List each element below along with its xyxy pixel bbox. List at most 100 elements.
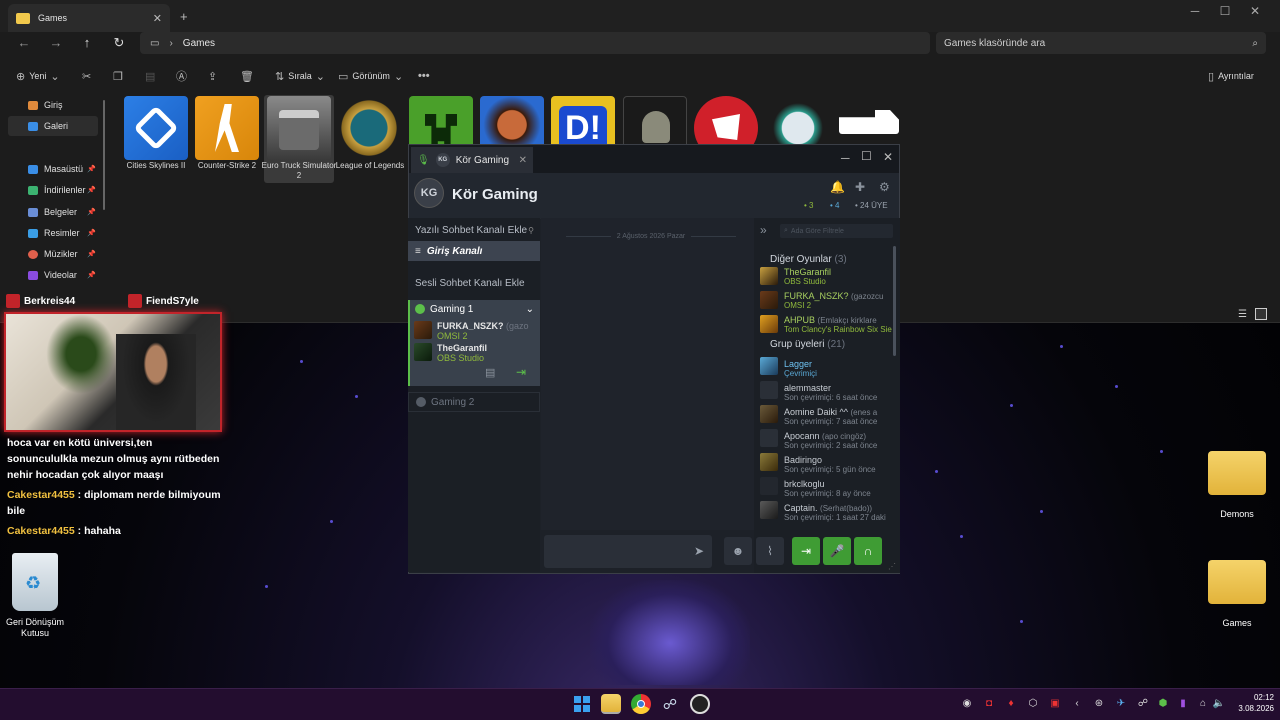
delete-icon[interactable]: 🗑 <box>240 68 254 84</box>
copy-icon[interactable]: ❐ <box>113 68 123 84</box>
network-icon[interactable]: ⌂ <box>1196 697 1210 711</box>
new-button[interactable]: ⊕ Yeni ⌄ <box>16 68 60 84</box>
paste-icon[interactable]: ▤ <box>145 68 155 84</box>
forward-icon[interactable]: → <box>46 36 66 50</box>
leave-voice-icon[interactable]: ⇥ <box>516 365 526 379</box>
tray-icon-11[interactable]: ▮ <box>1176 697 1190 711</box>
tray-icon-9[interactable]: ☍ <box>1136 697 1150 711</box>
section-other-games[interactable]: Diğer Oyunlar (3) <box>770 254 847 265</box>
share-icon[interactable]: ⇪ <box>208 68 217 84</box>
add-text-channel-button[interactable]: Yazılı Sohbet Kanalı Ekle ⚲ <box>408 222 540 238</box>
channel-settings-icon[interactable]: ▤ <box>485 366 495 379</box>
microphone-button[interactable]: 🎤 <box>823 537 851 565</box>
chrome-taskbar-icon[interactable] <box>631 694 651 714</box>
file-explorer-taskbar-icon[interactable] <box>601 694 621 714</box>
leave-voice-button[interactable]: ⇥ <box>792 537 820 565</box>
resize-grip-icon[interactable]: ⋰ <box>888 562 896 571</box>
breadcrumb[interactable]: Games <box>183 38 215 49</box>
counter-strike-icon[interactable] <box>195 96 259 160</box>
headset-button[interactable]: ∩ <box>854 537 882 565</box>
refresh-icon[interactable]: ↻ <box>109 36 129 50</box>
folder-icon[interactable] <box>1208 451 1266 495</box>
close-window-icon[interactable]: ✕ <box>1240 1 1270 21</box>
sidebar-item-desktop[interactable]: Masaüstü 📌 <box>8 159 98 179</box>
member-row[interactable]: Lagger Çevrimiçi <box>784 360 894 378</box>
search-input[interactable]: Games klasöründe ara ⌕ <box>936 32 1266 54</box>
settings-gear-icon[interactable]: ⚙ <box>879 180 890 194</box>
member-row[interactable]: AHPUB (Emlakçı kirklare Tom Clancy's Rain… <box>784 316 894 334</box>
tray-icon-3[interactable]: ♦ <box>1004 697 1018 711</box>
address-bar[interactable]: ▭ › Games <box>140 32 930 54</box>
text-channel-giris[interactable]: ≡ Giriş Kanalı <box>408 241 540 261</box>
tray-icon-10[interactable]: ⬢ <box>1156 697 1170 711</box>
tray-icon-1[interactable]: ◉ <box>960 697 974 711</box>
tray-icon-7[interactable]: ⊛ <box>1092 697 1106 711</box>
minimize-icon[interactable]: ─ <box>841 151 850 165</box>
tray-icon-6[interactable]: ‹ <box>1070 697 1084 711</box>
recycle-bin-icon[interactable]: ♻ <box>12 553 58 611</box>
member-row[interactable]: Apocann (apo cingöz) Son çevrimiçi: 2 saa… <box>784 432 894 450</box>
sidebar-item-home[interactable]: Giriş <box>8 95 98 115</box>
maximize-icon[interactable]: ☐ <box>1210 1 1240 21</box>
notification-bell-icon[interactable]: 🔔 <box>830 180 845 194</box>
windows-start-icon[interactable] <box>572 694 592 714</box>
steam-taskbar-icon[interactable]: ☍ <box>660 694 680 714</box>
member-row[interactable]: FURKA_NSZK? (gazozcu OMSI 2 <box>784 292 894 310</box>
close-window-icon[interactable]: ✕ <box>883 150 893 164</box>
sidebar-scrollbar[interactable] <box>103 100 105 210</box>
sort-button[interactable]: ⇅ Sırala ⌄ <box>275 68 325 84</box>
grid-view-icon[interactable] <box>1255 308 1267 320</box>
voice-user[interactable]: FURKA_NSZK? (gazo OMSI 2 <box>437 321 537 341</box>
member-row[interactable]: alemmaster Son çevrimiçi: 6 saat önce <box>784 384 894 402</box>
sidebar-item-documents[interactable]: Belgeler 📌 <box>8 202 98 222</box>
back-icon[interactable]: ← <box>14 36 34 50</box>
member-row[interactable]: Captain. (Serhat(bado)) Son çevrimiçi: 1 … <box>784 504 894 522</box>
system-clock[interactable]: 02:12 3.08.2026 <box>1228 692 1274 714</box>
search-icon[interactable]: ⌕ <box>1252 38 1258 49</box>
voice-user[interactable]: TheGaranfil OBS Studio <box>437 343 537 363</box>
attach-button[interactable]: ⌇ <box>756 537 784 565</box>
more-icon[interactable]: ••• <box>418 68 430 84</box>
add-friend-icon[interactable]: ✚ <box>855 180 865 194</box>
member-row[interactable]: TheGaranfil OBS Studio <box>784 268 894 286</box>
up-icon[interactable]: ↑ <box>77 36 97 50</box>
cut-icon[interactable]: ✂ <box>82 68 91 84</box>
voice-channel-gaming-2[interactable]: Gaming 2 <box>408 392 540 412</box>
add-voice-channel-button[interactable]: Sesli Sohbet Kanalı Ekle <box>408 275 540 291</box>
league-of-legends-icon[interactable] <box>337 96 401 160</box>
view-button[interactable]: ▭ Görünüm ⌄ <box>338 68 403 84</box>
sidebar-item-downloads[interactable]: İndirilenler 📌 <box>8 180 98 200</box>
sidebar-item-pictures[interactable]: Resimler 📌 <box>8 223 98 243</box>
close-tab-icon[interactable]: ✕ <box>519 155 527 166</box>
member-filter-input[interactable]: ⌕ Ada Göre Filtrele <box>780 224 893 238</box>
close-tab-icon[interactable]: ✕ <box>153 12 162 25</box>
sidebar-item-videos[interactable]: Videolar 📌 <box>8 265 98 285</box>
collapse-members-icon[interactable]: » <box>760 223 767 237</box>
list-view-icon[interactable]: ☰ <box>1238 309 1247 320</box>
chevron-down-icon[interactable]: ⌄ <box>526 304 534 315</box>
rename-icon[interactable]: Ⓐ <box>176 68 187 84</box>
tray-icon-8[interactable]: ✈ <box>1114 697 1128 711</box>
obs-taskbar-icon[interactable] <box>690 694 710 714</box>
emoticon-button[interactable]: ☻ <box>724 537 752 565</box>
euro-truck-icon[interactable] <box>267 96 331 160</box>
sidebar-item-gallery[interactable]: Galeri <box>8 116 98 136</box>
member-row[interactable]: Aomine Daiki ^^ (enes a Son çevrimiçi: 7 … <box>784 408 894 426</box>
tab-games[interactable]: Games ✕ <box>8 4 170 32</box>
send-button[interactable]: ➤ <box>685 537 713 565</box>
tray-icon-2[interactable]: ◘ <box>982 697 996 711</box>
section-group-members[interactable]: Grup üyeleri (21) <box>770 339 845 350</box>
chat-tab[interactable]: 🎙 KG Kör Gaming ✕ <box>411 147 533 173</box>
tray-icon-5[interactable]: ▣ <box>1048 697 1062 711</box>
volume-icon[interactable]: 🔈 <box>1212 697 1226 711</box>
sidebar-item-music[interactable]: Müzikler 📌 <box>8 244 98 264</box>
new-tab-icon[interactable]: + <box>180 9 188 24</box>
details-button[interactable]: ▯ Ayrıntılar <box>1208 68 1254 84</box>
voice-channel-header[interactable]: Gaming 1 ⌄ <box>408 302 540 316</box>
member-row[interactable]: brkclkoglu Son çevrimiçi: 8 ay önce <box>784 480 894 498</box>
cities-skylines-icon[interactable] <box>124 96 188 160</box>
folder-icon[interactable] <box>1208 560 1266 604</box>
minimize-icon[interactable]: ─ <box>1180 1 1210 21</box>
tray-icon-4[interactable]: ⬡ <box>1026 697 1040 711</box>
maximize-icon[interactable]: ☐ <box>861 149 872 163</box>
